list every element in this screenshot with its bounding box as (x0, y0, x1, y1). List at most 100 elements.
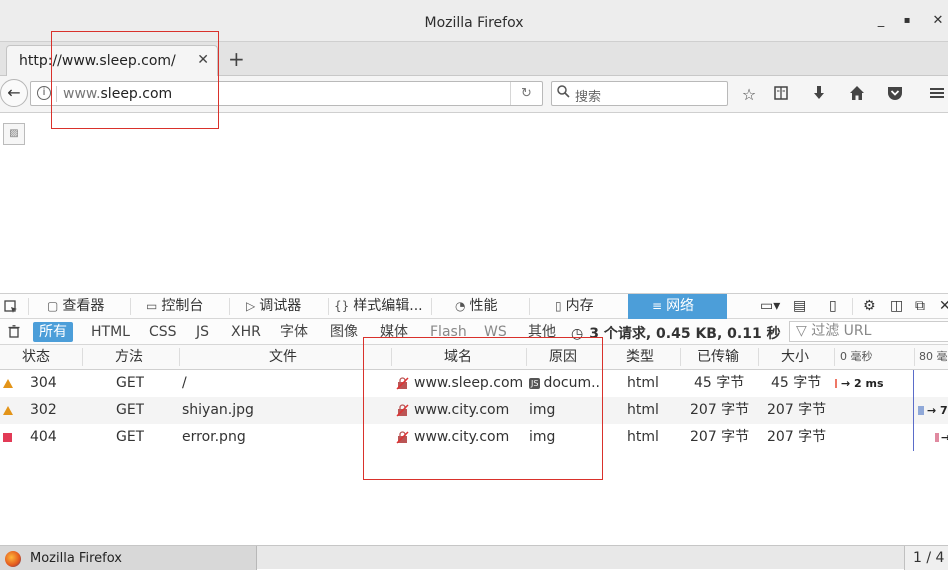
column-divider (758, 348, 759, 366)
info-icon[interactable]: i (37, 86, 51, 100)
status-cell: 302 (30, 402, 57, 418)
page-content: ▨ (0, 114, 948, 294)
debugger-icon: ▷ (246, 299, 256, 313)
column-divider (82, 348, 83, 366)
bookmark-star-icon[interactable]: ☆ (739, 85, 759, 104)
pocket-icon[interactable] (885, 85, 905, 105)
settings-gear-icon[interactable]: ⚙ (863, 294, 876, 319)
layout-picker-icon[interactable]: ▭▾ (760, 294, 780, 319)
tab-label: 样式编辑... (353, 298, 423, 314)
close-window-button[interactable]: ✕ (930, 13, 946, 29)
performance-icon: ◔ (455, 299, 466, 313)
column-type[interactable]: 类型 (626, 345, 654, 369)
console-icon: ▭ (146, 299, 158, 313)
reload-icon[interactable]: ↻ (510, 82, 542, 105)
firefox-logo-icon (5, 551, 21, 567)
tab-style-editor[interactable]: {} 样式编辑... (334, 294, 423, 319)
transferred-cell: 207 字节 (690, 402, 750, 418)
home-icon[interactable] (847, 85, 867, 105)
tab-performance[interactable]: ◔ 性能 (455, 294, 497, 319)
request-summary: ◷ 3 个请求, 0.45 KB, 0.11 秒 (571, 323, 781, 343)
table-row[interactable]: 304 GET / www.sleep.com JS docum... html … (0, 370, 948, 397)
status-cell: 304 (30, 375, 57, 391)
minimize-button[interactable]: _ (873, 13, 889, 29)
tab-console[interactable]: ▭ 控制台 (146, 294, 203, 319)
column-status[interactable]: 状态 (22, 345, 50, 369)
dock-side-icon[interactable]: ◫ (890, 294, 903, 319)
inspector-icon: ▢ (47, 299, 59, 313)
column-divider (680, 348, 681, 366)
cause-cell: JS docum... (529, 370, 599, 397)
domain-cell: www.sleep.com (414, 375, 524, 391)
size-cell: 45 字节 (771, 375, 822, 391)
reading-list-icon[interactable] (771, 85, 791, 105)
window-title: Mozilla Firefox (424, 15, 524, 31)
filter-xhr-button[interactable]: XHR (225, 322, 267, 342)
filter-images-button[interactable]: 图像 (324, 322, 364, 342)
clear-trash-icon[interactable] (2, 322, 26, 342)
domain-cell: www.city.com (414, 402, 510, 418)
column-domain[interactable]: 域名 (444, 345, 472, 369)
column-size[interactable]: 大小 (781, 345, 809, 369)
table-row[interactable]: 404 GET error.png www.city.com img html … (0, 424, 948, 451)
filter-flash-button[interactable]: Flash (424, 322, 473, 342)
filter-ws-button[interactable]: WS (478, 322, 513, 342)
column-file[interactable]: 文件 (269, 345, 297, 369)
table-row[interactable]: 302 GET shiyan.jpg www.city.com img html… (0, 397, 948, 424)
tab-network[interactable]: ≡ 网络 (628, 294, 727, 319)
browser-tab[interactable]: http://www.sleep.com/ ✕ (6, 45, 218, 76)
tab-label: 查看器 (62, 298, 105, 314)
column-transferred[interactable]: 已传输 (697, 345, 739, 369)
tab-title: http://www.sleep.com/ (19, 53, 176, 69)
menu-icon[interactable] (927, 85, 947, 105)
toolbar-divider (130, 298, 131, 315)
maximize-button[interactable]: ▪ (899, 13, 915, 29)
network-filter-bar: 所有 HTML CSS JS XHR 字体 图像 媒体 Flash WS 其他 … (0, 319, 948, 345)
url-domain: sleep.com (100, 86, 173, 102)
tab-memory[interactable]: ▯ 内存 (555, 294, 594, 319)
search-bar[interactable]: 搜索 (551, 81, 728, 106)
url-bar[interactable]: i www.sleep.com ↻ (30, 81, 543, 106)
filter-url-input[interactable]: ▽ 过滤 URL (789, 321, 948, 342)
new-tab-button[interactable]: + (228, 47, 245, 71)
tab-close-icon[interactable]: ✕ (197, 52, 209, 68)
taskbar-item-firefox[interactable]: Mozilla Firefox (0, 546, 257, 570)
devtools-toolbar: ▢ 查看器 ▭ 控制台 ▷ 调试器 {} 样式编辑... ◔ 性能 ▯ 内存 ≡ 网络 ▭▾ … (0, 293, 948, 319)
download-icon[interactable] (809, 85, 829, 105)
undock-window-icon[interactable]: ⧉ (915, 294, 925, 319)
method-cell: GET (116, 429, 145, 445)
filter-js-button[interactable]: JS (190, 322, 215, 342)
column-method[interactable]: 方法 (115, 345, 143, 369)
timeline-marker (913, 370, 914, 451)
tab-inspector[interactable]: ▢ 查看器 (47, 294, 104, 319)
pick-element-icon[interactable] (4, 294, 24, 319)
filter-fonts-button[interactable]: 字体 (274, 322, 314, 342)
tab-debugger[interactable]: ▷ 调试器 (246, 294, 301, 319)
filter-url-placeholder: 过滤 URL (811, 323, 872, 339)
timeline-tick-0: 0 毫秒 (840, 350, 873, 363)
window-titlebar: Mozilla Firefox _ ▪ ✕ (0, 0, 948, 42)
summary-text: 3 个请求, 0.45 KB, 0.11 秒 (589, 326, 781, 342)
column-divider (602, 348, 603, 366)
status-cell: 404 (30, 429, 57, 445)
filter-css-button[interactable]: CSS (143, 322, 183, 342)
cause-cell: img (529, 402, 556, 418)
file-cell: error.png (182, 429, 246, 445)
filter-media-button[interactable]: 媒体 (374, 322, 414, 342)
taskbar-item-label: Mozilla Firefox (30, 551, 122, 566)
responsive-mode-icon[interactable]: ▯ (829, 294, 837, 319)
back-button[interactable]: ← (0, 79, 28, 107)
filter-all-button[interactable]: 所有 (33, 322, 73, 342)
toolbar-divider (229, 298, 230, 315)
filter-html-button[interactable]: HTML (85, 322, 136, 342)
timing-label: → (941, 431, 948, 444)
workspace-pager[interactable]: 1 / 4 (904, 546, 948, 570)
navigation-bar: ← i www.sleep.com ↻ 搜索 ☆ (0, 76, 948, 113)
url-text[interactable]: www.sleep.com (63, 86, 172, 102)
filter-other-button[interactable]: 其他 (522, 322, 562, 342)
split-console-icon[interactable]: ▤ (793, 294, 806, 319)
stopwatch-icon[interactable]: ◷ (571, 326, 583, 342)
close-devtools-icon[interactable]: ✕ (939, 294, 948, 319)
column-cause[interactable]: 原因 (549, 345, 577, 369)
column-divider (391, 348, 392, 366)
